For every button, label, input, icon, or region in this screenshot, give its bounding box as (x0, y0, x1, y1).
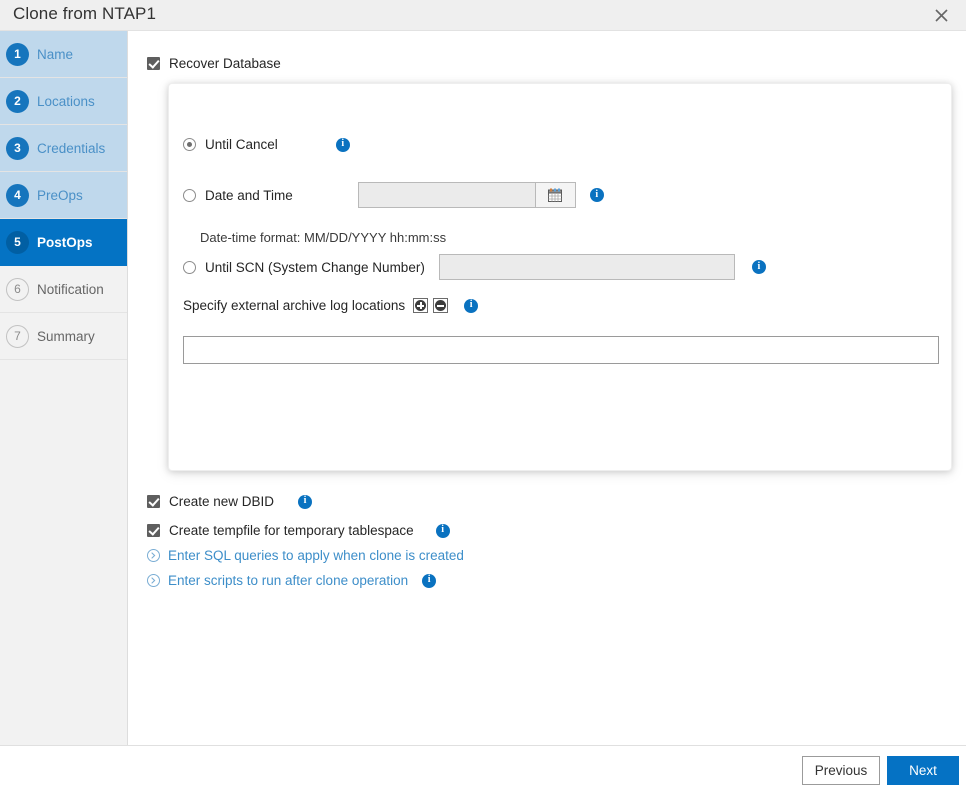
until-cancel-label: Until Cancel (205, 137, 278, 152)
scripts-link-label: Enter scripts to run after clone operati… (168, 573, 408, 588)
step-label: Locations (37, 94, 95, 109)
postops-panel: Recover Database Until Cancel i Date and… (129, 31, 966, 745)
archive-logs-row: Specify external archive log locations i (183, 298, 478, 313)
next-button[interactable]: Next (887, 756, 959, 785)
step-number: 3 (6, 137, 29, 160)
create-tempfile-info-icon[interactable]: i (436, 524, 450, 538)
archive-logs-info-icon[interactable]: i (464, 299, 478, 313)
datetime-format-hint: Date-time format: MM/DD/YYYY hh:mm:ss (200, 230, 446, 245)
until-cancel-info-icon[interactable]: i (336, 138, 350, 152)
dialog-titlebar: Clone from NTAP1 (0, 0, 966, 31)
chevron-right-circle-icon (147, 549, 160, 562)
calendar-icon[interactable] (536, 182, 576, 208)
date-and-time-row: Date and Time i (183, 182, 604, 208)
recover-database-label: Recover Database (169, 56, 281, 71)
sidebar-step-preops[interactable]: 4 PreOps (0, 172, 127, 219)
step-label: Credentials (37, 141, 105, 156)
sidebar-step-name[interactable]: 1 Name (0, 31, 127, 78)
create-new-dbid-checkbox[interactable] (147, 495, 160, 508)
date-and-time-label: Date and Time (205, 188, 293, 203)
date-and-time-input[interactable] (358, 182, 536, 208)
archive-logs-label: Specify external archive log locations (183, 298, 405, 313)
until-scn-radio[interactable] (183, 261, 196, 274)
step-label: PreOps (37, 188, 83, 203)
sidebar-step-notification[interactable]: 6 Notification (0, 266, 127, 313)
until-scn-info-icon[interactable]: i (752, 260, 766, 274)
step-label: Notification (37, 282, 104, 297)
sidebar-step-locations[interactable]: 2 Locations (0, 78, 127, 125)
previous-button[interactable]: Previous (802, 756, 880, 785)
step-number: 1 (6, 43, 29, 66)
plus-icon[interactable] (413, 298, 428, 313)
sql-queries-expander[interactable]: Enter SQL queries to apply when clone is… (147, 548, 464, 563)
date-and-time-info-icon[interactable]: i (590, 188, 604, 202)
recover-options-card: Until Cancel i Date and Time (168, 83, 952, 471)
until-scn-label: Until SCN (System Change Number) (205, 260, 425, 275)
step-label: Name (37, 47, 73, 62)
sidebar-step-summary[interactable]: 7 Summary (0, 313, 127, 360)
create-tempfile-label: Create tempfile for temporary tablespace (169, 523, 414, 538)
recover-database-checkbox[interactable] (147, 57, 160, 70)
wizard-steps-sidebar: 1 Name 2 Locations 3 Credentials 4 PreOp… (0, 31, 128, 745)
step-number: 6 (6, 278, 29, 301)
until-scn-row: Until SCN (System Change Number) i (183, 254, 766, 280)
create-tempfile-checkbox[interactable] (147, 524, 160, 537)
chevron-right-circle-icon (147, 574, 160, 587)
scripts-expander[interactable]: Enter scripts to run after clone operati… (147, 573, 436, 588)
step-number: 5 (6, 231, 29, 254)
step-label: PostOps (37, 235, 93, 250)
clone-wizard-dialog: Clone from NTAP1 1 Name 2 Locations 3 Cr… (0, 0, 966, 794)
dialog-title: Clone from NTAP1 (13, 4, 156, 24)
step-label: Summary (37, 329, 95, 344)
date-and-time-radio[interactable] (183, 189, 196, 202)
create-new-dbid-label: Create new DBID (169, 494, 274, 509)
scripts-info-icon[interactable]: i (422, 574, 436, 588)
until-cancel-row: Until Cancel i (183, 137, 350, 152)
sql-queries-link-label: Enter SQL queries to apply when clone is… (168, 548, 464, 563)
step-number: 7 (6, 325, 29, 348)
step-number: 4 (6, 184, 29, 207)
minus-icon[interactable] (433, 298, 448, 313)
create-new-dbid-info-icon[interactable]: i (298, 495, 312, 509)
dialog-footer: Previous Next (0, 745, 966, 794)
archive-log-location-input[interactable] (183, 336, 939, 364)
sidebar-step-credentials[interactable]: 3 Credentials (0, 125, 127, 172)
until-cancel-radio[interactable] (183, 138, 196, 151)
until-scn-input[interactable] (439, 254, 735, 280)
create-tempfile-row: Create tempfile for temporary tablespace… (147, 523, 450, 538)
create-new-dbid-row: Create new DBID i (147, 494, 312, 509)
close-icon[interactable] (924, 1, 958, 30)
sidebar-step-postops[interactable]: 5 PostOps (0, 219, 127, 266)
recover-database-row: Recover Database (147, 56, 281, 71)
step-number: 2 (6, 90, 29, 113)
